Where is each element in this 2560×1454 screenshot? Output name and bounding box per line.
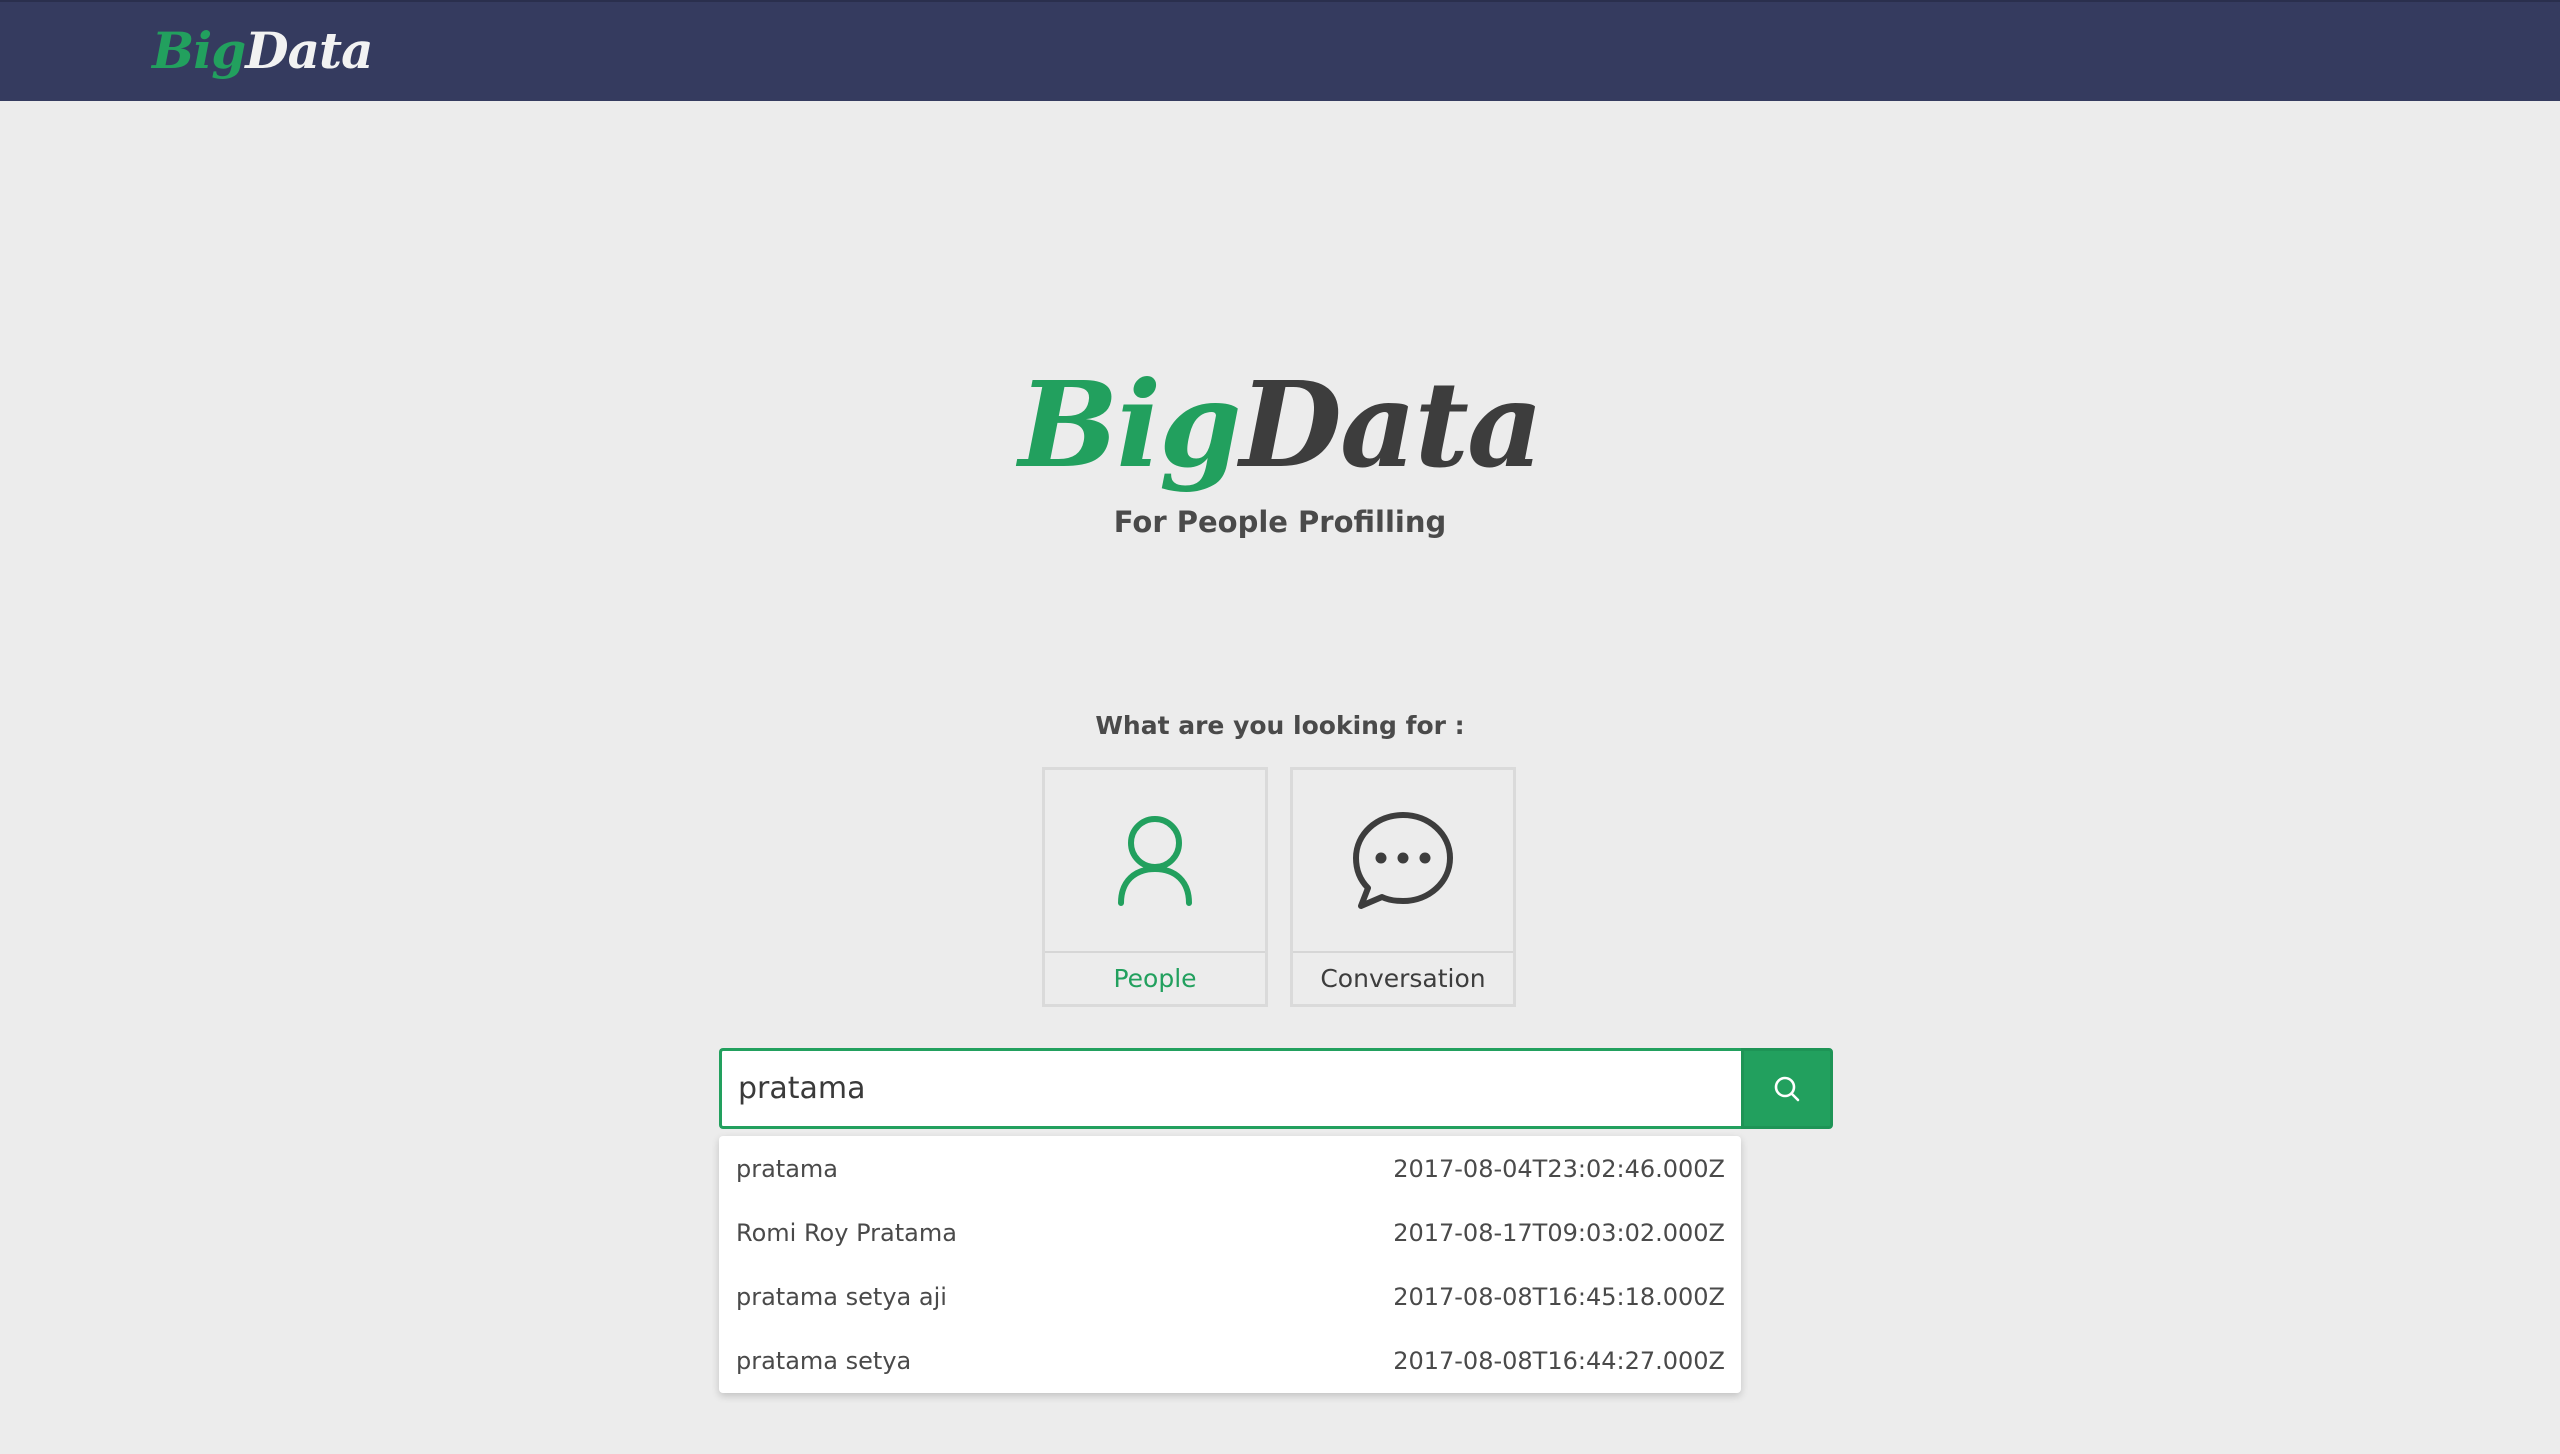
category-label-conversation: Conversation [1320,964,1486,993]
navbar-logo-data: Data [245,21,373,80]
hero-logo-big: Big [1018,355,1242,494]
category-card-conversation[interactable]: Conversation [1290,767,1516,1007]
suggestion-name: Romi Roy Pratama [736,1219,957,1247]
hero-logo: BigData [0,355,2560,495]
suggestion-timestamp: 2017-08-08T16:44:27.000Z [1393,1347,1725,1375]
suggestion-item[interactable]: pratama setya 2017-08-08T16:44:27.000Z [719,1329,1741,1393]
hero-tagline: For People Profilling [1113,505,1447,539]
suggestion-item[interactable]: pratama 2017-08-04T23:02:46.000Z [719,1137,1741,1201]
category-prompt: What are you looking for : [1095,711,1465,740]
suggestion-item[interactable]: pratama setya aji 2017-08-08T16:45:18.00… [719,1265,1741,1329]
suggestion-item[interactable]: Romi Roy Pratama 2017-08-17T09:03:02.000… [719,1201,1741,1265]
category-label-people: People [1113,964,1197,993]
suggestion-name: pratama [736,1155,839,1183]
suggestion-timestamp: 2017-08-04T23:02:46.000Z [1393,1155,1725,1183]
people-icon-area [1045,770,1265,953]
suggestion-name: pratama setya aji [736,1283,947,1311]
suggestion-dropdown: pratama 2017-08-04T23:02:46.000Z Romi Ro… [719,1136,1741,1393]
hero-logo-data: Data [1239,355,1544,494]
suggestion-timestamp: 2017-08-08T16:45:18.000Z [1393,1283,1725,1311]
suggestion-name: pratama setya [736,1347,912,1375]
top-navbar: BigData [0,0,2560,101]
search-input[interactable] [719,1048,1743,1129]
navbar-logo[interactable]: BigData [152,16,373,86]
suggestion-timestamp: 2017-08-17T09:03:02.000Z [1393,1219,1725,1247]
navbar-logo-big: Big [152,21,246,80]
search-button[interactable] [1741,1048,1833,1129]
person-icon [1118,815,1192,906]
search-icon [1774,1076,1800,1101]
conversation-icon-area [1293,770,1513,953]
chat-bubble-icon [1353,811,1453,909]
category-card-people[interactable]: People [1042,767,1268,1007]
